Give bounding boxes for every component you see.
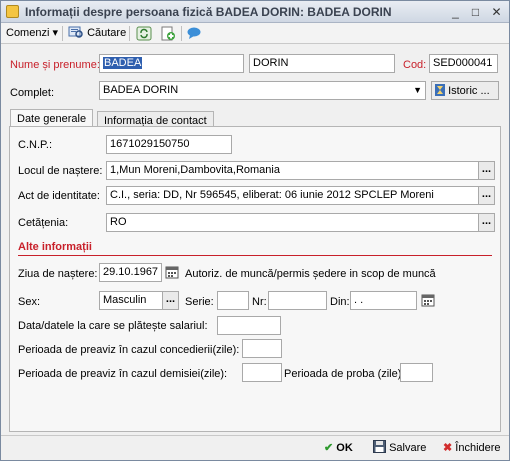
app-icon	[6, 5, 19, 18]
din-input[interactable]: . .	[350, 291, 417, 310]
toolbar-divider	[181, 26, 182, 41]
dropdown-arrow-icon: ▼	[413, 85, 422, 95]
work-permit-label: Autoriz. de muncă/permis ședere in scop …	[185, 268, 436, 280]
series-label: Serie:	[185, 296, 214, 308]
dialog-window: Informații despre persoana fizică BADEA …	[0, 0, 510, 461]
close-button[interactable]: ✖ Închidere	[443, 440, 501, 458]
citizenship-browse-button[interactable]: ...	[478, 213, 495, 232]
series-input[interactable]	[217, 291, 249, 310]
last-name-value: BADEA	[103, 57, 143, 69]
history-button[interactable]: Istoric ...	[431, 81, 499, 100]
birthplace-label: Locul de naștere:	[18, 165, 103, 177]
ok-button-label: OK	[336, 442, 353, 454]
salary-dates-input[interactable]	[217, 316, 281, 335]
save-button[interactable]: Salvare	[373, 440, 426, 458]
salary-dates-label: Data/datele la care se plătește salariul…	[18, 320, 208, 332]
notice-dismissal-label: Perioada de preaviz în cazul concedierii…	[18, 344, 240, 356]
toolbar-divider	[129, 26, 130, 41]
search-icon	[68, 26, 83, 38]
id-document-browse-button[interactable]: ...	[478, 186, 495, 205]
birthplace-browse-button[interactable]: ...	[478, 161, 495, 180]
sex-browse-button[interactable]: ...	[162, 291, 179, 310]
window-title: Informații despre persoana fizică BADEA …	[25, 5, 392, 19]
other-info-section-title: Alte informații	[18, 241, 92, 253]
nr-input[interactable]	[268, 291, 327, 310]
add-document-icon	[161, 26, 175, 41]
refresh-button[interactable]	[136, 26, 152, 41]
comments-button[interactable]	[186, 26, 202, 41]
search-label: Căutare	[87, 27, 127, 39]
notice-resignation-input[interactable]	[242, 363, 282, 382]
probation-input[interactable]	[400, 363, 433, 382]
close-button-label: Închidere	[455, 442, 501, 454]
name-label: Nume și prenume:	[10, 59, 100, 71]
minimize-button[interactable]: _	[447, 4, 464, 20]
calendar-icon[interactable]	[421, 293, 435, 307]
full-name-value: BADEA DORIN	[103, 84, 179, 96]
citizenship-label: Cetățenia:	[18, 217, 69, 229]
full-name-label: Complet:	[10, 87, 55, 99]
din-label: Din:	[330, 296, 350, 308]
commands-menu-label: Comenzi	[6, 27, 50, 39]
close-x-icon: ✖	[443, 442, 453, 454]
citizenship-input[interactable]: RO	[106, 213, 479, 232]
close-window-button[interactable]: ✕	[488, 4, 505, 20]
sex-label: Sex:	[18, 296, 41, 308]
last-name-input[interactable]: BADEA	[99, 54, 244, 73]
notice-dismissal-input[interactable]	[242, 339, 282, 358]
cnp-input[interactable]: 1671029150750	[106, 135, 232, 154]
title-bar[interactable]: Informații despre persoana fizică BADEA …	[1, 1, 509, 23]
save-button-label: Salvare	[389, 442, 427, 454]
chevron-down-icon: ▾	[52, 27, 58, 39]
toolbar: Comenzi ▾ Căutare	[1, 23, 509, 44]
search-button[interactable]: Căutare	[68, 25, 126, 42]
birthday-label: Ziua de naștere:	[18, 268, 98, 280]
footer-bar: ✔ OK Salvare ✖ Închidere	[1, 435, 509, 460]
birthplace-input[interactable]: 1,Mun Moreni,Dambovita,Romania	[106, 161, 479, 180]
code-input[interactable]: SED000041	[429, 54, 498, 73]
add-record-button[interactable]	[160, 26, 176, 41]
section-divider	[18, 255, 492, 256]
general-tab-panel: C.N.P.: 1671029150750 Locul de naștere: …	[9, 126, 501, 432]
history-button-label: Istoric ...	[448, 85, 490, 97]
full-name-select[interactable]: BADEA DORIN ▼	[99, 81, 426, 100]
probation-label: Perioada de proba (zile):	[284, 368, 405, 380]
notice-resignation-label: Perioada de preaviz în cazul demisiei(zi…	[18, 368, 228, 380]
toolbar-divider	[62, 26, 63, 41]
birthday-input[interactable]: 29.10.1967	[99, 263, 162, 282]
save-icon	[373, 440, 386, 453]
id-document-label: Act de identitate:	[18, 190, 100, 202]
calendar-icon[interactable]	[165, 265, 179, 279]
form-content: Nume și prenume: BADEA DORIN Cod: SED000…	[1, 45, 509, 435]
sex-input[interactable]: Masculin	[99, 291, 163, 310]
hourglass-icon	[435, 84, 445, 96]
check-icon: ✔	[324, 442, 334, 454]
id-document-input[interactable]: C.I., seria: DD, Nr 596545, eliberat: 06…	[106, 186, 479, 205]
nr-label: Nr:	[252, 296, 267, 308]
maximize-button[interactable]: □	[467, 4, 484, 20]
code-label: Cod:	[403, 59, 427, 71]
speech-bubble-icon	[187, 27, 201, 39]
first-name-input[interactable]: DORIN	[249, 54, 395, 73]
refresh-icon	[136, 26, 152, 41]
cnp-label: C.N.P.:	[18, 139, 53, 151]
ok-button[interactable]: ✔ OK	[324, 440, 353, 458]
commands-menu[interactable]: Comenzi ▾	[6, 25, 58, 42]
